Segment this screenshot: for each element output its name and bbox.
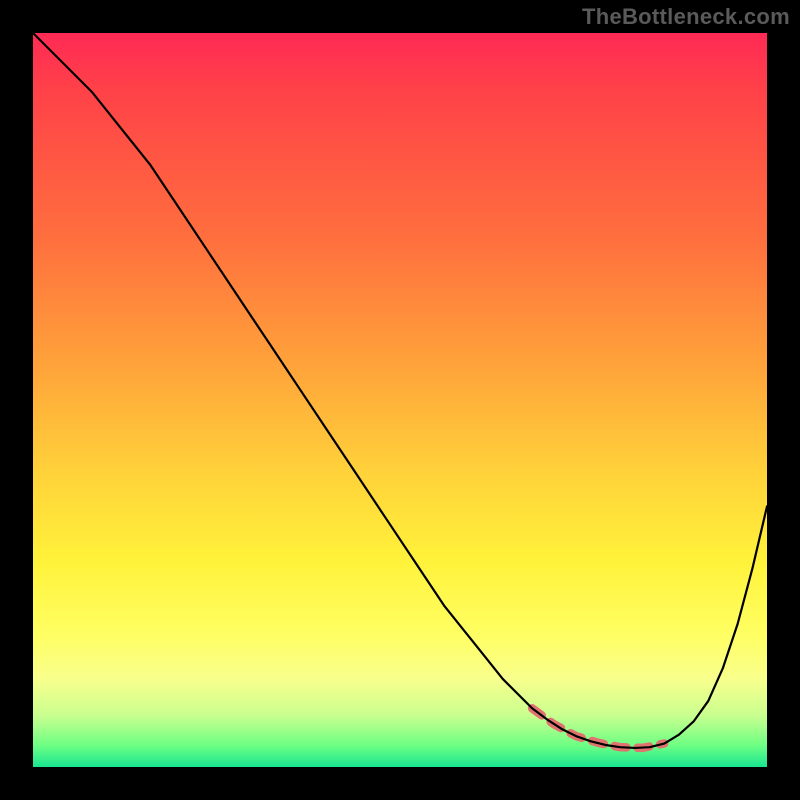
watermark-text: TheBottleneck.com (582, 4, 790, 30)
chart-frame: TheBottleneck.com (0, 0, 800, 800)
plot-area (33, 33, 767, 767)
plot-svg (33, 33, 767, 767)
gradient-background (33, 33, 767, 767)
